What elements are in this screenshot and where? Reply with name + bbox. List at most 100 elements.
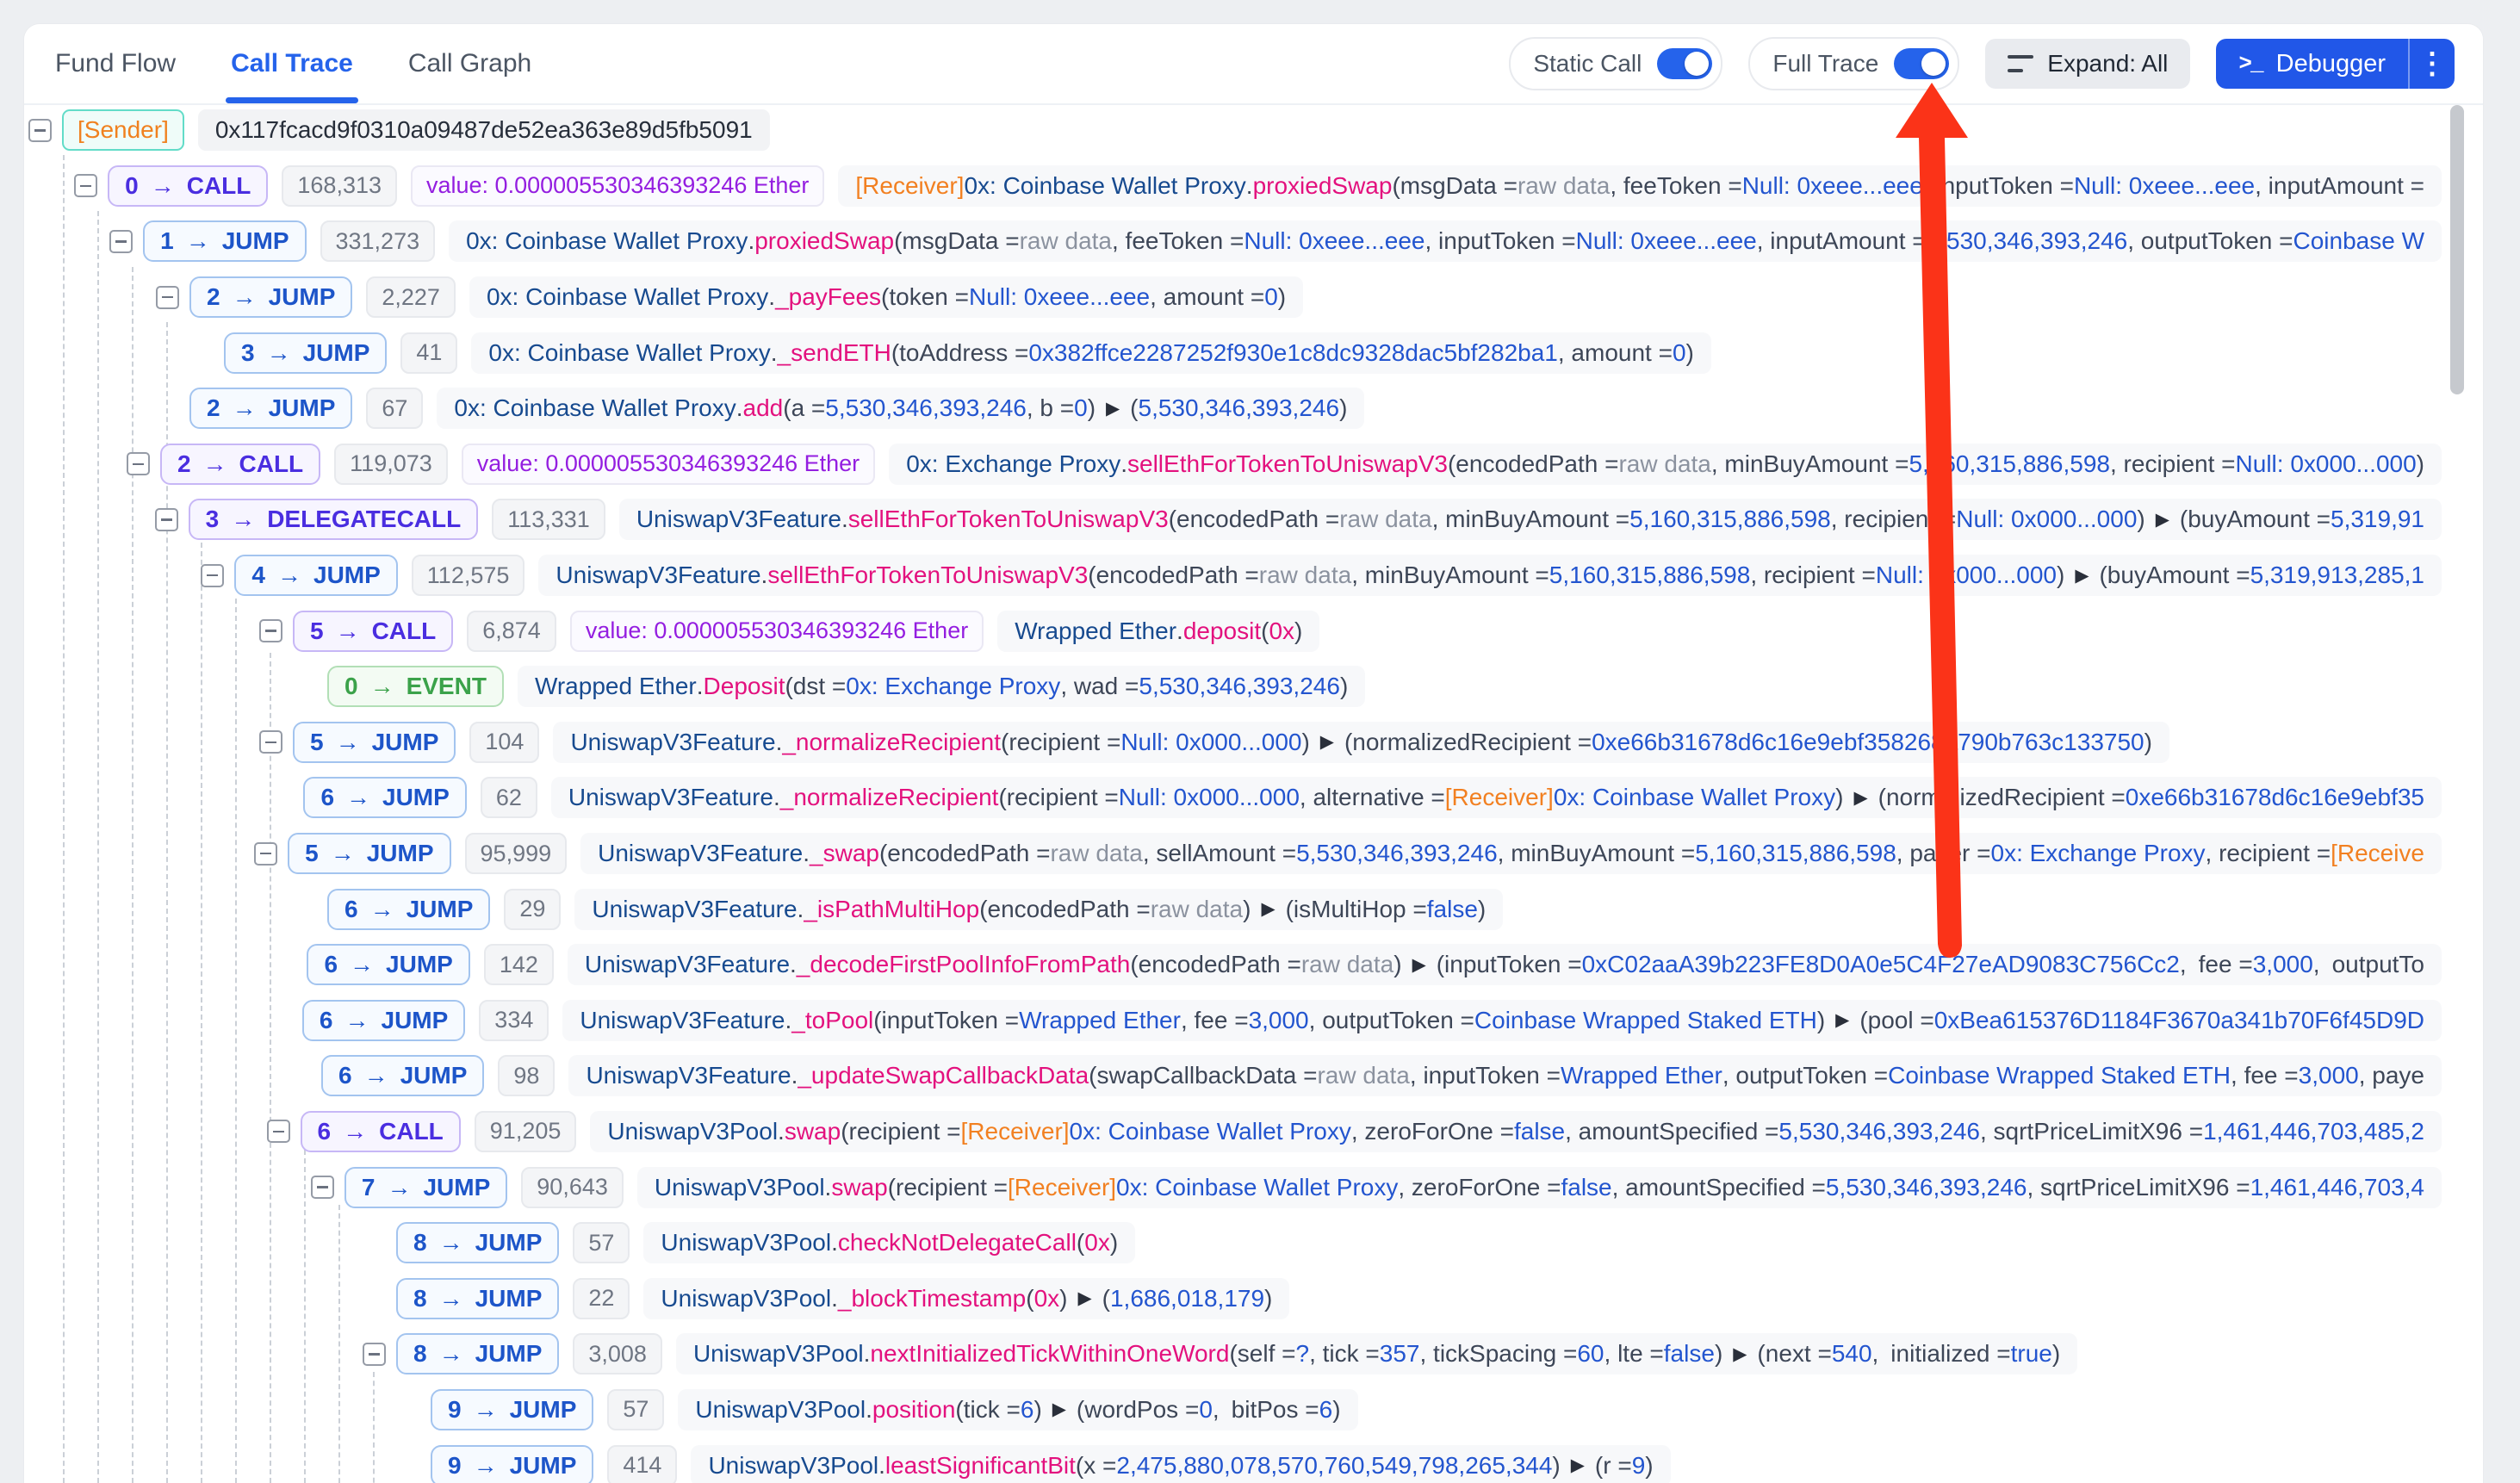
call-type-badge[interactable]: 9 → JUMP <box>431 1389 593 1430</box>
call-type-badge[interactable]: 3 → JUMP <box>224 332 387 374</box>
collapse-toggle-icon[interactable] <box>156 286 179 309</box>
call-signature[interactable]: UniswapV3Pool.position (tick = 6)▶(wordP… <box>678 1389 1357 1430</box>
call-type-badge[interactable]: 6 → JUMP <box>327 889 490 930</box>
static-call-toggle[interactable] <box>1657 48 1712 79</box>
expand-all-button[interactable]: Expand: All <box>1985 39 2190 89</box>
call-type-badge[interactable]: 6 → JUMP <box>303 777 466 818</box>
call-signature[interactable]: UniswapV3Feature._normalizeRecipient (re… <box>553 722 2169 763</box>
signature-segment: raw data <box>1339 506 1431 533</box>
signature-segment: UniswapV3Feature <box>585 951 790 978</box>
call-signature[interactable]: UniswapV3Feature.sellEthForTokenToUniswa… <box>538 555 2442 596</box>
collapse-toggle-icon[interactable] <box>109 230 133 253</box>
signature-segment: 0x: Exchange Proxy <box>1991 840 2206 867</box>
collapse-toggle-icon[interactable] <box>267 1120 290 1143</box>
tab-call-trace[interactable]: Call Trace <box>231 24 353 103</box>
signature-segment: (encodedPath = <box>979 896 1151 923</box>
full-trace-toggle[interactable] <box>1894 48 1949 79</box>
call-signature[interactable]: UniswapV3Feature._normalizeRecipient (re… <box>551 777 2442 818</box>
header-bar: Fund Flow Call Trace Call Graph Static C… <box>24 24 2483 105</box>
call-signature[interactable]: UniswapV3Pool.nextInitializedTickWithinO… <box>676 1333 2077 1374</box>
call-type-badge[interactable]: 3 → DELEGATECALL <box>189 499 479 540</box>
collapse-toggle-icon[interactable] <box>254 842 277 866</box>
sender-address[interactable]: 0x117fcacd9f0310a09487de52ea363e89d5fb50… <box>198 109 770 151</box>
signature-segment: 0xe66b31678d6c16e9ebf35 <box>2126 784 2424 811</box>
call-signature[interactable]: UniswapV3Pool.swap (recipient = [Receive… <box>590 1111 2442 1152</box>
signature-segment: (r = <box>1595 1452 1632 1480</box>
call-signature[interactable]: UniswapV3Feature.sellEthForTokenToUniswa… <box>619 499 2442 540</box>
call-type-badge[interactable]: 6 → CALL <box>301 1111 461 1152</box>
call-type-badge[interactable]: 5 → CALL <box>293 611 453 652</box>
call-type-badge[interactable]: 5 → JUMP <box>288 833 450 874</box>
call-signature[interactable]: 0x: Coinbase Wallet Proxy._sendETH (toAd… <box>471 332 1710 374</box>
call-signature[interactable]: UniswapV3Pool.leastSignificantBit (x = 2… <box>691 1445 1670 1483</box>
signature-segment: (encodedPath = <box>879 840 1051 867</box>
signature-segment: 0x <box>1269 617 1294 645</box>
collapse-toggle-icon[interactable] <box>363 1343 386 1366</box>
result-arrow-icon: ▶ <box>1077 1288 1091 1309</box>
call-signature[interactable]: UniswapV3Pool._blockTimestamp (0x)▶(1,68… <box>643 1278 1289 1319</box>
badge-arrow-icon: → <box>370 673 394 700</box>
call-signature[interactable]: Wrapped Ether.deposit (0x) <box>997 611 1319 652</box>
call-type-badge[interactable]: 0 → EVENT <box>327 666 504 707</box>
badge-kind-label: CALL <box>187 172 251 200</box>
call-signature[interactable]: UniswapV3Pool.swap (recipient = [Receive… <box>637 1167 2442 1208</box>
collapse-toggle-icon[interactable] <box>155 508 178 531</box>
call-type-badge[interactable]: 6 → JUMP <box>302 1000 465 1041</box>
call-type-badge[interactable]: 8 → JUMP <box>396 1278 559 1319</box>
debugger-button[interactable]: >_ Debugger <box>2216 39 2408 89</box>
collapse-toggle-icon[interactable] <box>201 564 224 587</box>
debugger-label: Debugger <box>2276 50 2386 78</box>
call-signature[interactable]: 0x: Coinbase Wallet Proxy.add (a = 5,530… <box>437 388 1364 429</box>
call-type-badge[interactable]: 1 → JUMP <box>143 220 306 262</box>
collapse-toggle-icon[interactable] <box>311 1176 334 1199</box>
signature-segment: 5,319,91 <box>2331 506 2424 533</box>
call-signature[interactable]: UniswapV3Feature._isPathMultiHop (encode… <box>574 889 1503 930</box>
call-type-badge[interactable]: 7 → JUMP <box>344 1167 507 1208</box>
trace-row: 1 → JUMP 331,273 0x: Coinbase Wallet Pro… <box>24 214 2442 270</box>
signature-segment: , fee = <box>2231 1062 2299 1089</box>
call-signature[interactable]: 0x: Exchange Proxy.sellEthForTokenToUnis… <box>889 444 2442 485</box>
collapse-toggle-icon[interactable] <box>259 619 282 642</box>
call-type-badge[interactable]: 2 → JUMP <box>189 276 352 318</box>
call-type-badge[interactable]: 2 → JUMP <box>189 388 352 429</box>
call-type-badge[interactable]: 4 → JUMP <box>234 555 397 596</box>
vertical-scrollbar-thumb[interactable] <box>2450 105 2464 394</box>
collapse-toggle-icon[interactable] <box>259 730 282 754</box>
badge-kind-label: JUMP <box>407 896 474 923</box>
call-type-badge[interactable]: 9 → JUMP <box>431 1445 593 1483</box>
signature-segment: . <box>825 1174 832 1201</box>
call-type-badge[interactable]: 8 → JUMP <box>396 1222 559 1263</box>
signature-segment: 0 <box>1264 283 1278 311</box>
signature-segment: raw data <box>1259 562 1351 589</box>
call-signature[interactable]: UniswapV3Feature._decodeFirstPoolInfoFro… <box>568 944 2442 985</box>
call-signature[interactable]: Wrapped Ether.Deposit (dst = 0x: Exchang… <box>518 666 1365 707</box>
call-type-badge[interactable]: 2 → CALL <box>160 444 320 485</box>
call-type-badge[interactable]: 5 → JUMP <box>293 722 456 763</box>
signature-segment: UniswapV3Feature <box>598 840 803 867</box>
signature-segment: ) <box>1645 1452 1653 1480</box>
signature-segment: 540 <box>1832 1340 1872 1368</box>
signature-segment: ) <box>2137 506 2144 533</box>
call-signature[interactable]: UniswapV3Feature._swap (encodedPath = ra… <box>580 833 2442 874</box>
call-type-badge[interactable]: 0 → CALL <box>108 165 268 207</box>
collapse-toggle-icon[interactable] <box>28 119 52 142</box>
call-signature[interactable]: 0x: Coinbase Wallet Proxy._payFees (toke… <box>469 276 1303 318</box>
call-signature[interactable]: UniswapV3Pool.checkNotDelegateCall (0x) <box>643 1222 1135 1263</box>
call-signature[interactable]: UniswapV3Feature._updateSwapCallbackData… <box>568 1055 2442 1096</box>
tab-fund-flow[interactable]: Fund Flow <box>55 24 176 103</box>
signature-segment: . <box>761 562 768 589</box>
more-menu-button[interactable]: ⋮ <box>2410 39 2455 89</box>
tab-call-graph[interactable]: Call Graph <box>408 24 531 103</box>
call-type-badge[interactable]: 6 → JUMP <box>321 1055 484 1096</box>
signature-segment: (msgData = <box>894 227 1020 255</box>
call-type-badge[interactable]: 6 → JUMP <box>307 944 469 985</box>
signature-segment: raw data <box>1518 172 1610 200</box>
collapse-toggle-icon[interactable] <box>74 174 97 197</box>
call-signature[interactable]: UniswapV3Feature._toPool (inputToken = W… <box>562 1000 2442 1041</box>
call-signature[interactable]: [Receiver] 0x: Coinbase Wallet Proxy.pro… <box>838 165 2442 207</box>
call-signature[interactable]: 0x: Coinbase Wallet Proxy.proxiedSwap (m… <box>449 220 2442 262</box>
full-trace-toggle-group: Full Trace <box>1748 37 1959 90</box>
call-type-badge[interactable]: 8 → JUMP <box>396 1333 559 1374</box>
badge-arrow-icon: → <box>267 339 291 367</box>
collapse-toggle-icon[interactable] <box>127 452 150 475</box>
